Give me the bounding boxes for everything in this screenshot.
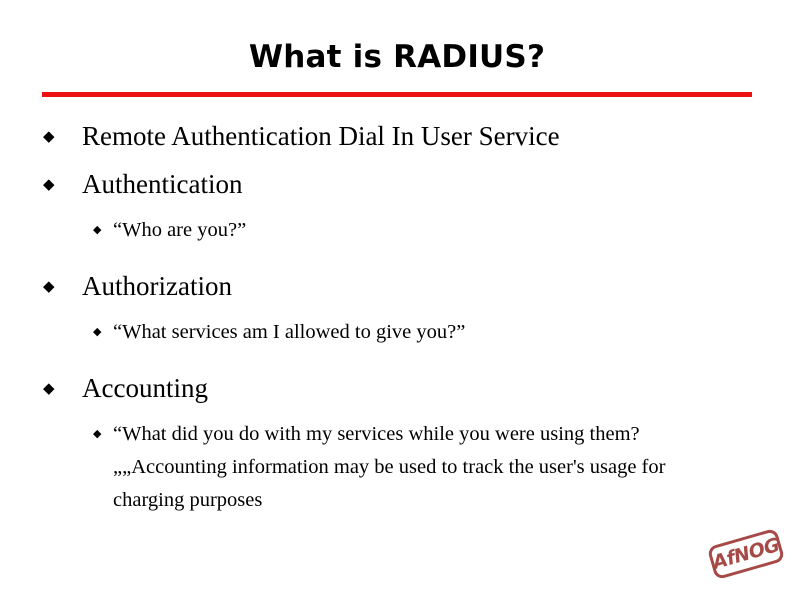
diamond-bullet-icon: ◆ — [93, 427, 102, 440]
bullet-text: “What did you do with my services while … — [113, 423, 666, 511]
diamond-bullet-icon: ◆ — [43, 175, 55, 193]
slide-canvas: What is RADIUS? ◆ Remote Authentication … — [0, 0, 794, 595]
diamond-bullet-icon: ◆ — [43, 277, 55, 295]
diamond-bullet-icon: ◆ — [43, 379, 55, 397]
bullet-text: “Who are you?” — [113, 219, 247, 241]
diamond-bullet-icon: ◆ — [43, 127, 55, 145]
diamond-bullet-icon: ◆ — [93, 325, 102, 338]
page-title: What is RADIUS? — [248, 39, 546, 75]
bullet-item-level1: ◆ Authorization — [0, 262, 794, 310]
bullet-item-level2: ◆ “Who are you?” — [0, 214, 794, 256]
slide-body: ◆ Remote Authentication Dial In User Ser… — [0, 112, 794, 517]
title-divider — [42, 92, 752, 97]
bullet-item-level1: ◆ Accounting — [0, 364, 794, 412]
bullet-item-level2: ◆ “What did you do with my services whil… — [0, 418, 794, 517]
afnog-logo: AfNOG — [706, 525, 786, 587]
bullet-text: “What services am I allowed to give you?… — [113, 321, 466, 343]
bullet-item-level1: ◆ Remote Authentication Dial In User Ser… — [0, 112, 794, 160]
logo-text: AfNOG — [710, 533, 782, 574]
logo-stamp-border: AfNOG — [706, 527, 786, 581]
bullet-text: Remote Authentication Dial In User Servi… — [82, 121, 560, 151]
bullet-item-level1: ◆ Authentication — [0, 160, 794, 208]
diamond-bullet-icon: ◆ — [93, 223, 102, 236]
bullet-text: Authentication — [82, 169, 243, 199]
bullet-item-level2: ◆ “What services am I allowed to give yo… — [0, 316, 794, 358]
bullet-text: Authorization — [82, 271, 232, 301]
bullet-text: Accounting — [82, 373, 208, 403]
